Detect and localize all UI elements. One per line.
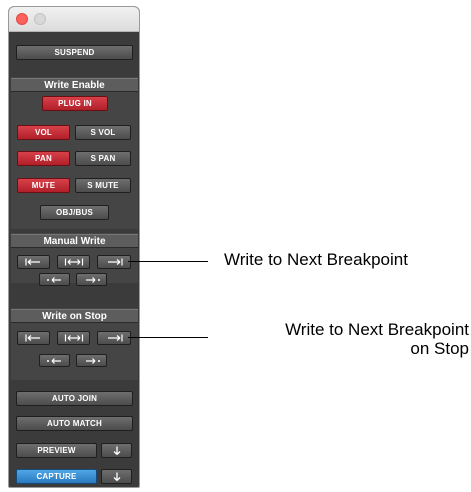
- auto-match-button[interactable]: AUTO MATCH: [16, 416, 133, 431]
- write-to-previous-breakpoint-icon: [46, 357, 61, 364]
- callout-line-write-on-stop: [128, 337, 208, 338]
- write-on-stop-to-next-point-button[interactable]: [76, 354, 107, 367]
- write-to-start-icon: [24, 258, 40, 266]
- write-to-next-point-icon: [85, 276, 100, 283]
- title-bar: [9, 7, 139, 32]
- callout-manual-write-next-breakpoint: Write to Next Breakpoint: [224, 250, 408, 269]
- down-arrow-icon: [113, 446, 120, 455]
- plug-in-button[interactable]: PLUG IN: [42, 96, 108, 111]
- write-to-all-icon: [64, 334, 83, 342]
- callout-write-on-stop-line1: Write to Next Breakpoint: [285, 320, 469, 339]
- vol-button[interactable]: VOL: [17, 125, 70, 140]
- manual-write-header: Manual Write: [11, 234, 138, 248]
- write-on-stop-header: Write on Stop: [11, 309, 138, 323]
- write-on-stop-to-start-button[interactable]: [17, 331, 50, 345]
- write-to-end-icon: [108, 258, 123, 266]
- callout-write-on-stop-line2: on Stop: [410, 339, 469, 358]
- manual-write-to-all-button[interactable]: [57, 255, 90, 269]
- callout-write-on-stop-next-breakpoint: Write to Next Breakpoint on Stop: [222, 320, 469, 358]
- write-to-all-icon: [64, 258, 83, 266]
- manual-write-to-start-button[interactable]: [17, 255, 50, 269]
- write-on-stop-to-next-breakpoint-button[interactable]: [97, 331, 131, 345]
- auto-join-button[interactable]: AUTO JOIN: [16, 391, 133, 406]
- manual-write-to-next-point-button[interactable]: [76, 273, 107, 286]
- automation-window: SUSPEND Write Enable PLUG IN VOL S VOL P…: [8, 6, 140, 488]
- write-to-end-icon: [108, 334, 123, 342]
- write-on-stop-to-previous-breakpoint-button[interactable]: [39, 354, 70, 367]
- manual-write-to-next-breakpoint-button[interactable]: [97, 255, 131, 269]
- down-arrow-icon: [113, 472, 120, 481]
- write-on-stop-to-all-button[interactable]: [57, 331, 90, 345]
- capture-button[interactable]: CAPTURE: [16, 469, 97, 484]
- mute-button[interactable]: MUTE: [17, 178, 70, 193]
- write-to-previous-breakpoint-icon: [46, 276, 61, 283]
- manual-write-to-previous-breakpoint-button[interactable]: [39, 273, 70, 286]
- pan-button[interactable]: PAN: [17, 151, 70, 166]
- s-pan-button[interactable]: S PAN: [75, 151, 131, 166]
- s-mute-button[interactable]: S MUTE: [75, 178, 131, 193]
- suspend-button[interactable]: SUSPEND: [16, 45, 133, 60]
- write-enable-header: Write Enable: [11, 78, 138, 92]
- minimize-window-button[interactable]: [34, 13, 46, 25]
- s-vol-button[interactable]: S VOL: [75, 125, 131, 140]
- preview-button[interactable]: PREVIEW: [16, 443, 97, 458]
- preview-punch-button[interactable]: [101, 443, 132, 458]
- obj-bus-button[interactable]: OBJ/BUS: [40, 205, 109, 220]
- write-to-start-icon: [24, 334, 40, 342]
- write-to-next-point-icon: [85, 357, 100, 364]
- callout-line-manual-write: [128, 261, 208, 262]
- close-window-button[interactable]: [16, 13, 28, 25]
- capture-punch-button[interactable]: [101, 469, 132, 484]
